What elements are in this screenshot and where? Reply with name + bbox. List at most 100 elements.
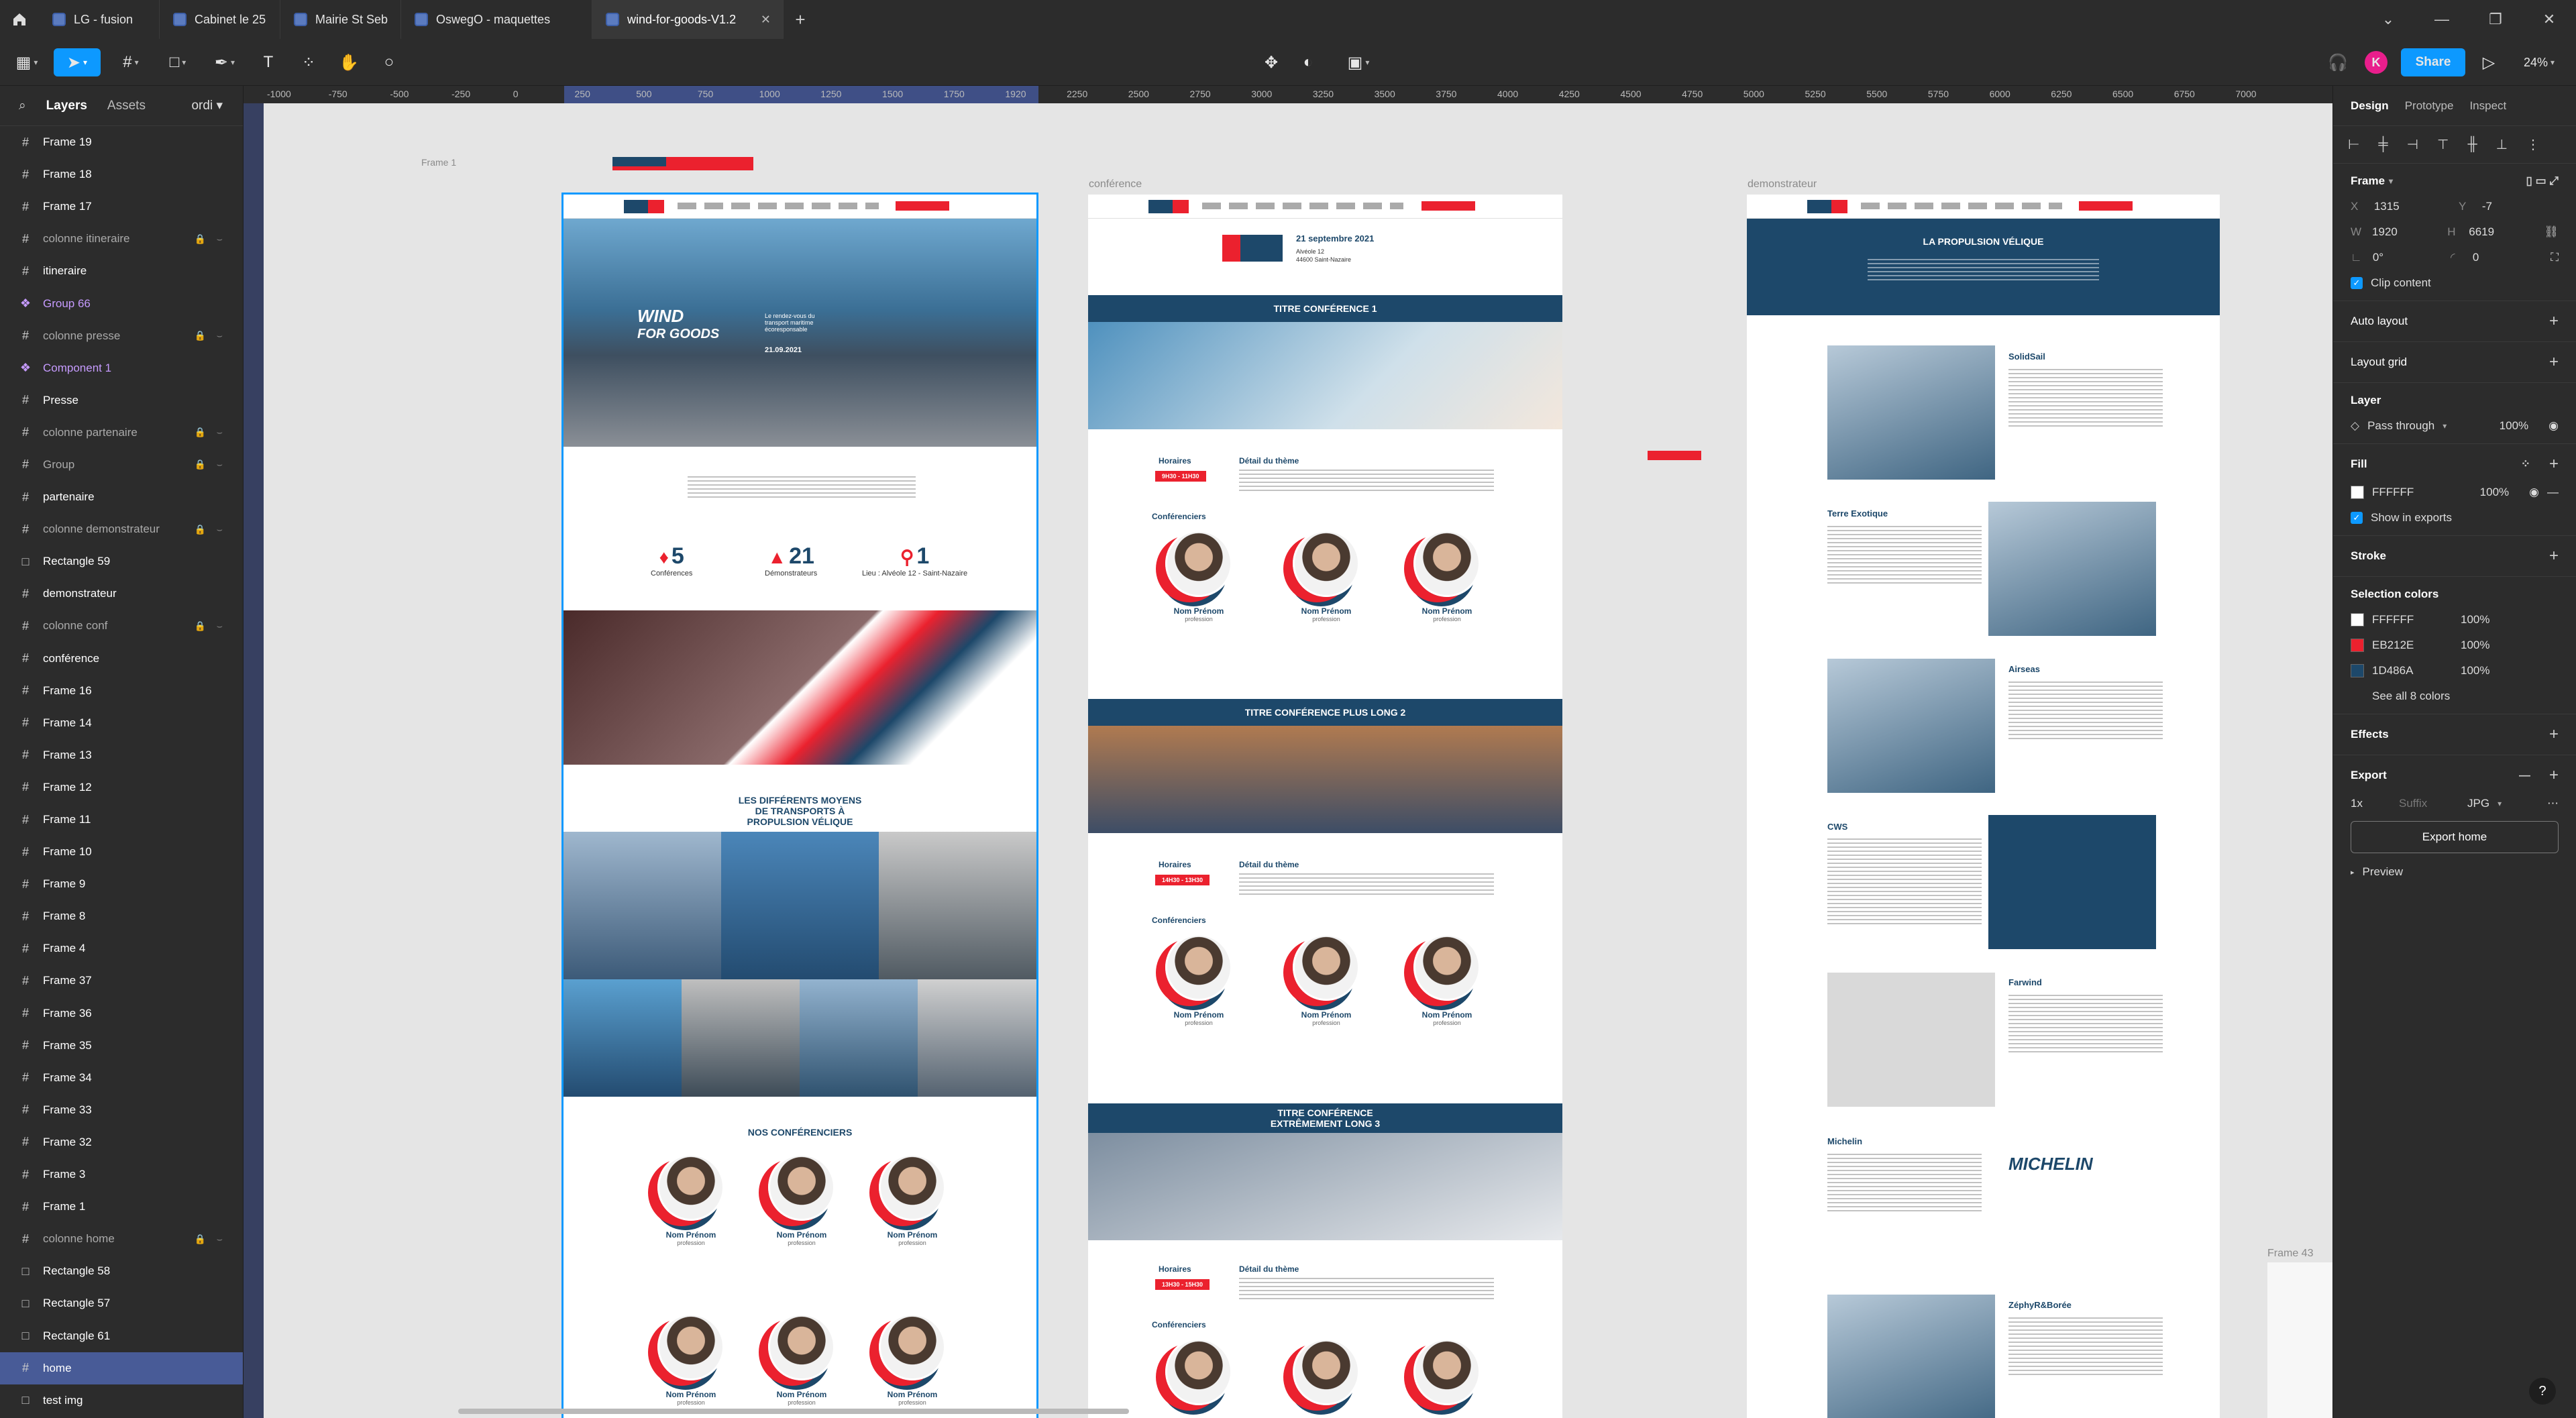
mask-icon[interactable]: ◐ [1295,48,1322,76]
horizontal-scrollbar[interactable] [458,1409,1129,1414]
lock-hidden-icon[interactable]: 🔒 ⌣ [194,620,227,632]
layer-item[interactable]: □ Rectangle 57 [0,1287,243,1319]
layer-item[interactable]: # Frame 35 [0,1030,243,1062]
layer-item[interactable]: # Frame 8 [0,900,243,932]
align-middle-icon[interactable]: ╫ [2467,137,2477,152]
see-all-colors-link[interactable]: See all 8 colors [2372,690,2450,703]
resources-icon[interactable]: ⁘ [295,48,322,76]
selection-color-row[interactable]: 1D486A 100% [2351,664,2559,677]
fill-swatch[interactable] [2351,486,2364,499]
frame-conference[interactable]: 21 septembre 2021 Alvéole 12 44600 Saint… [1088,195,1562,1418]
fill-styles-icon[interactable]: ⁘ [2521,457,2530,471]
comment-icon[interactable]: ○ [376,48,402,76]
boolean-icon[interactable]: ▣ ▾ [1338,48,1379,76]
layer-item[interactable]: ❖ Group 66 [0,287,243,319]
fill-opacity-field[interactable]: 100% [2480,486,2509,499]
new-tab-icon[interactable]: + [784,9,817,30]
layer-item[interactable]: □ Rectangle 59 [0,545,243,578]
frame-label-conference[interactable]: conférence [1089,178,1142,190]
maximize-icon[interactable]: ❐ [2469,11,2522,28]
layer-item[interactable]: # Presse [0,384,243,417]
align-left-icon[interactable]: ⊢ [2348,136,2359,153]
pen-tool-icon[interactable]: ✒ ▾ [208,48,241,76]
layer-item[interactable]: # conférence [0,643,243,675]
layer-item[interactable]: # Frame 3 [0,1158,243,1191]
layer-item[interactable]: # Frame 17 [0,190,243,223]
height-field[interactable]: 6619 [2469,225,2536,239]
preview-chevron-icon[interactable]: ▸ [2351,868,2355,877]
layer-item[interactable]: # Frame 33 [0,1094,243,1126]
lock-hidden-icon[interactable]: 🔒 ⌣ [194,330,227,341]
close-icon[interactable]: ✕ [761,13,771,27]
eye-icon[interactable]: ◉ [2548,419,2559,433]
present-icon[interactable]: ▷ [2475,48,2502,76]
lock-hidden-icon[interactable]: 🔒 ⌣ [194,459,227,470]
layer-item[interactable]: □ test img [0,1384,243,1417]
minimize-icon[interactable]: — [2415,11,2469,28]
show-in-exports-checkbox[interactable]: ✓ [2351,512,2363,524]
layer-item[interactable]: # Frame 1 [0,1191,243,1223]
frame-43[interactable] [2267,1262,2332,1418]
align-center-icon[interactable]: ╪ [2378,137,2387,152]
layer-item[interactable]: # Group 🔒 ⌣ [0,449,243,481]
clip-content-checkbox[interactable]: ✓ [2351,277,2363,289]
layer-item[interactable]: # Frame 13 [0,739,243,771]
close-window-icon[interactable]: ✕ [2522,11,2576,28]
add-layout-grid-icon[interactable]: + [2549,353,2559,372]
color-swatch[interactable] [2351,664,2364,677]
constrain-proportions-icon[interactable]: ⛓ [2544,225,2559,239]
selection-color-row[interactable]: FFFFFF 100% [2351,613,2559,626]
layer-item[interactable]: # partenaire [0,481,243,513]
move-tool-icon[interactable]: ➤ ▾ [54,48,101,76]
corner-radius-field[interactable]: 0 [2473,251,2542,264]
add-auto-layout-icon[interactable]: + [2549,312,2559,331]
distribute-icon[interactable]: ⋮ [2526,136,2540,153]
layer-item[interactable]: # Frame 9 [0,868,243,900]
export-scale-field[interactable]: 1x [2351,797,2391,810]
avatar[interactable]: K [2363,48,2390,76]
color-swatch[interactable] [2351,613,2364,626]
add-fill-icon[interactable]: + [2549,455,2559,474]
tab-design[interactable]: Design [2351,99,2389,113]
align-bottom-icon[interactable]: ⊥ [2496,136,2508,153]
layer-item[interactable]: # Frame 32 [0,1126,243,1158]
layer-item[interactable]: # itineraire [0,255,243,287]
layer-item[interactable]: # Frame 36 [0,997,243,1030]
y-field[interactable]: -7 [2482,200,2559,213]
add-export-icon[interactable]: + [2549,766,2559,785]
text-tool-icon[interactable]: T [255,48,282,76]
layer-item[interactable]: # colonne itineraire 🔒 ⌣ [0,223,243,255]
color-swatch[interactable] [2351,639,2364,652]
frame-orientation-icons[interactable]: ▯ ▭ ⤢ [2526,174,2559,188]
export-more-icon[interactable]: ⋯ [2547,797,2559,810]
layer-item[interactable]: □ Rectangle 61 [0,1319,243,1352]
canvas[interactable]: Frame 1 WIND FOR GOODS Le rendez-vous du … [264,103,2332,1418]
blend-mode-dropdown[interactable]: Pass through [2367,419,2434,433]
layer-item[interactable]: # Frame 10 [0,836,243,868]
home-icon[interactable] [0,0,39,39]
width-field[interactable]: 1920 [2372,225,2439,239]
align-right-icon[interactable]: ⊣ [2407,136,2418,153]
lock-hidden-icon[interactable]: 🔒 ⌣ [194,427,227,438]
export-button[interactable]: Export home [2351,821,2559,853]
page-selector[interactable]: ordi ▾ [191,98,223,113]
layer-item[interactable]: # Frame 18 [0,158,243,190]
headphones-icon[interactable]: 🎧 [2324,48,2351,76]
tab-lg-fusion[interactable]: LG - fusion [39,0,160,39]
x-field[interactable]: 1315 [2374,200,2451,213]
rotation-field[interactable]: 0° [2373,251,2443,264]
remove-export-icon[interactable]: — [2519,769,2530,782]
frame-label-frame-43[interactable]: Frame 43 [2267,1248,2313,1260]
layer-item[interactable]: # Frame 4 [0,932,243,965]
add-effect-icon[interactable]: + [2549,725,2559,744]
frame-label-demonstrateur[interactable]: demonstrateur [1748,178,1817,190]
tab-wind-for-goods[interactable]: wind-for-goods-V1.2 ✕ [592,0,784,39]
fill-hex-field[interactable]: FFFFFF [2372,486,2414,499]
frame-home[interactable]: WIND FOR GOODS Le rendez-vous du transpor… [561,193,1038,1418]
tab-layers[interactable]: Layers [46,99,87,113]
tab-oswego[interactable]: OswegO - maquettes [401,0,592,39]
layer-opacity-field[interactable]: 100% [2500,419,2528,433]
chevron-down-icon[interactable]: ⌄ [2361,11,2415,28]
search-icon[interactable]: ⌕ [19,99,26,113]
layer-item[interactable]: # colonne demonstrateur 🔒 ⌣ [0,513,243,545]
